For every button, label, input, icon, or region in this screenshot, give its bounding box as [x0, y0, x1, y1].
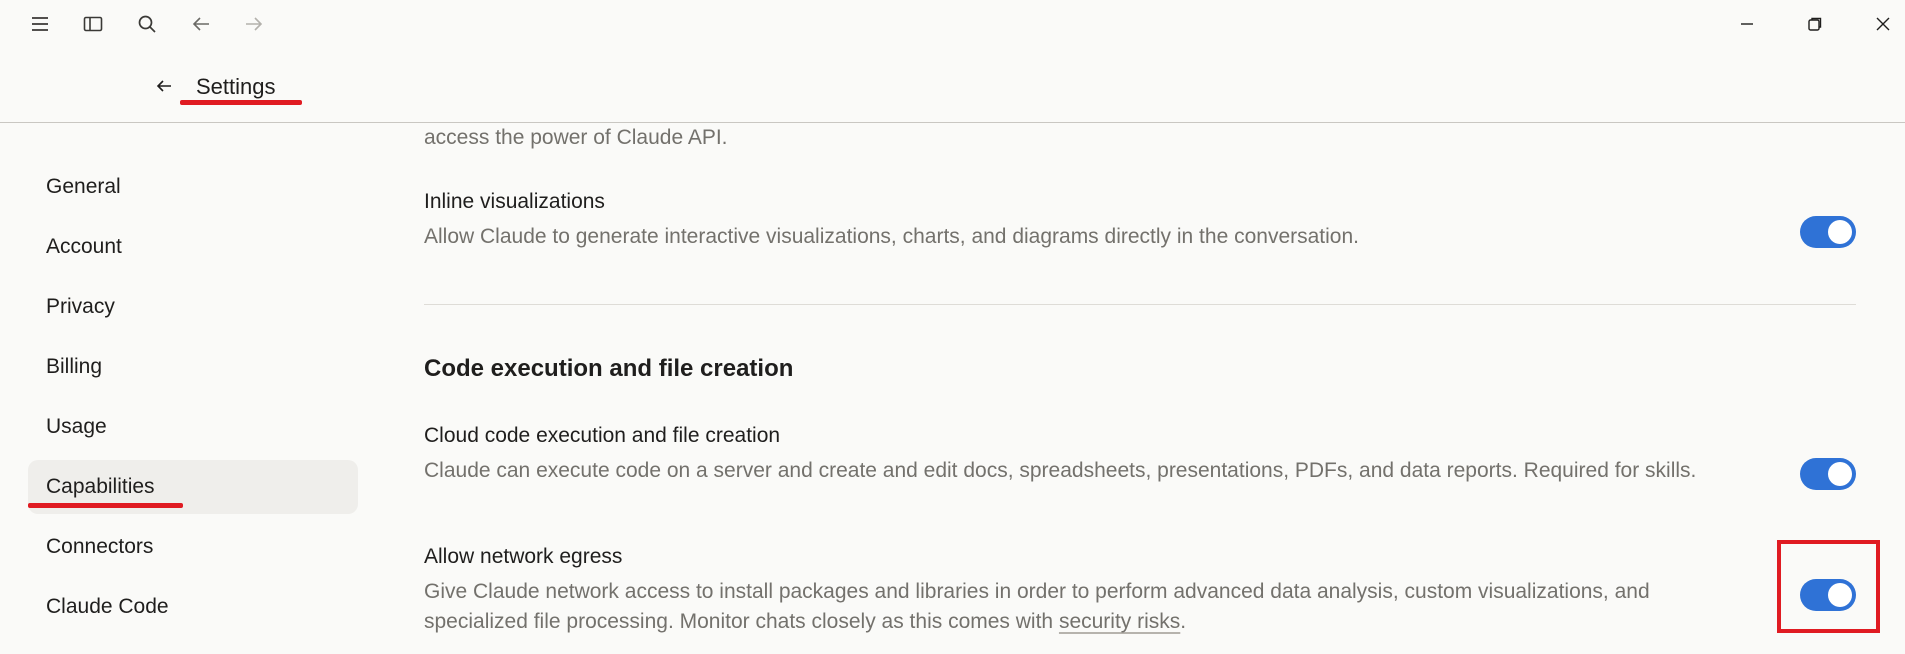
page-title: Settings	[196, 74, 276, 99]
sidebar-item-label: Capabilities	[46, 475, 155, 498]
sidebar-item-account[interactable]: Account	[28, 220, 358, 274]
toggle-knob	[1828, 462, 1852, 486]
restore-icon[interactable]	[1801, 10, 1829, 38]
sidebar-item-label: General	[46, 175, 121, 198]
sidebar-item-general[interactable]: General	[28, 160, 358, 214]
section-divider	[424, 304, 1856, 305]
hamburger-menu-icon[interactable]	[26, 10, 54, 38]
annotation-underline	[180, 100, 302, 105]
setting-description: Claude can execute code on a server and …	[424, 459, 1697, 482]
security-risks-link[interactable]: security risks	[1059, 610, 1180, 633]
toggle-knob	[1828, 220, 1852, 244]
settings-sidebar: General Account Privacy Billing Usage Ca…	[28, 160, 358, 640]
setting-cloud-code-execution: Cloud code execution and file creation C…	[424, 424, 1856, 490]
settings-content: access the power of Claude API. Inline v…	[424, 122, 1856, 654]
setting-description: access the power of Claude API.	[424, 126, 728, 149]
sidebar-item-label: Privacy	[46, 295, 115, 318]
sidebar-item-usage[interactable]: Usage	[28, 400, 358, 454]
title-bar	[0, 0, 1905, 48]
back-arrow-icon[interactable]	[187, 10, 215, 38]
description-text: .	[1180, 610, 1187, 633]
settings-header: Settings	[0, 66, 1905, 106]
sidebar-item-privacy[interactable]: Privacy	[28, 280, 358, 334]
search-icon[interactable]	[133, 10, 161, 38]
inline-visualizations-toggle[interactable]	[1800, 216, 1856, 248]
setting-title: Inline visualizations	[424, 190, 605, 213]
minimize-icon[interactable]	[1733, 10, 1761, 38]
toggle-knob	[1828, 583, 1852, 607]
sidebar-toggle-icon[interactable]	[79, 10, 107, 38]
forward-arrow-icon[interactable]	[240, 10, 268, 38]
close-icon[interactable]	[1869, 10, 1897, 38]
sidebar-item-claude-code[interactable]: Claude Code	[28, 580, 358, 634]
setting-title: Cloud code execution and file creation	[424, 424, 781, 447]
sidebar-item-connectors[interactable]: Connectors	[28, 520, 358, 574]
sidebar-item-label: Usage	[46, 415, 107, 438]
network-egress-toggle[interactable]	[1800, 579, 1856, 611]
setting-title: Allow network egress	[424, 545, 623, 568]
back-arrow-icon[interactable]	[152, 74, 176, 98]
sidebar-item-label: Claude Code	[46, 595, 169, 618]
annotation-underline	[28, 503, 183, 508]
section-heading: Code execution and file creation	[424, 355, 794, 382]
setting-description: Allow Claude to generate interactive vis…	[424, 225, 1359, 248]
sidebar-item-label: Billing	[46, 355, 103, 378]
description-text: Give Claude network access to install pa…	[424, 580, 1650, 633]
sidebar-item-label: Account	[46, 235, 122, 258]
setting-description: Give Claude network access to install pa…	[424, 577, 1724, 637]
sidebar-item-label: Connectors	[46, 535, 154, 558]
sidebar-item-capabilities[interactable]: Capabilities	[28, 460, 358, 514]
setting-inline-visualizations: Inline visualizations Allow Claude to ge…	[424, 190, 1856, 252]
setting-network-egress: Allow network egress Give Claude network…	[424, 545, 1856, 637]
cloud-code-execution-toggle[interactable]	[1800, 458, 1856, 490]
sidebar-item-billing[interactable]: Billing	[28, 340, 358, 394]
